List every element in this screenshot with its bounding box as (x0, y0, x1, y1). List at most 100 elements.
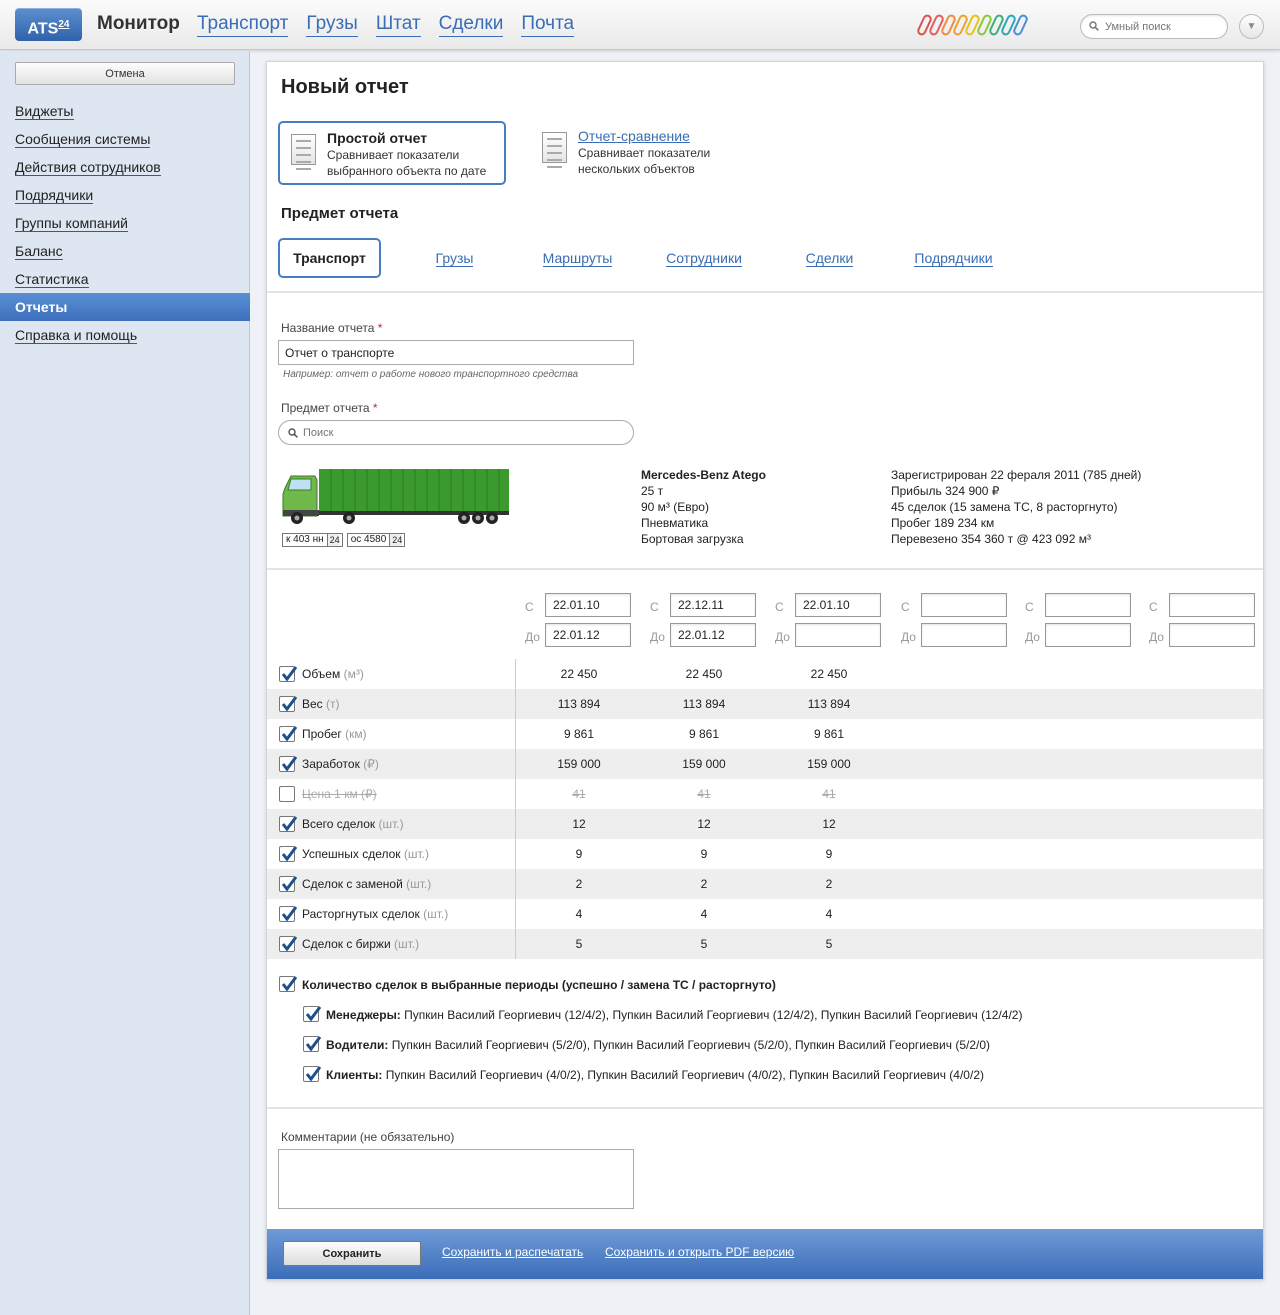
metric-value: 113 894 (682, 697, 726, 711)
report-name-input[interactable] (278, 340, 634, 365)
report-type-title[interactable]: Отчет-сравнение (578, 128, 761, 144)
metric-checkbox[interactable] (279, 696, 298, 712)
date-from-input[interactable] (1169, 593, 1255, 617)
save-button[interactable]: Сохранить (283, 1241, 421, 1266)
subject-search-input[interactable] (303, 424, 623, 442)
metric-value: 113 894 (557, 697, 601, 711)
managers-checkbox[interactable] (303, 1006, 322, 1022)
metric-checkbox[interactable] (279, 936, 298, 952)
save-and-print-link[interactable]: Сохранить и распечатать (442, 1245, 583, 1259)
metric-checkbox[interactable] (279, 876, 298, 892)
save-and-pdf-link[interactable]: Сохранить и открыть PDF версию (605, 1245, 794, 1259)
deals-checkbox[interactable] (279, 976, 298, 992)
metric-value: 2 (700, 877, 708, 891)
metric-checkbox[interactable] (279, 666, 298, 682)
subject-search[interactable] (278, 420, 634, 445)
page-title: Новый отчет (281, 76, 409, 98)
metric-row: Вес (т) 113 894 113 894 113 894 (267, 689, 1263, 719)
smart-search[interactable] (1080, 14, 1228, 39)
metric-label: Заработок (₽) (302, 757, 379, 771)
sidebar-item-label: Баланс (15, 243, 63, 260)
checkmark-icon (281, 846, 298, 862)
sidebar-item[interactable]: Отчеты (0, 293, 250, 321)
period-column: С До (897, 592, 1022, 652)
metric-row: Сделок с заменой (шт.) 2 2 2 (267, 869, 1263, 899)
chevron-down-icon[interactable]: ▼ (1239, 14, 1264, 39)
sidebar-item[interactable]: Виджеты (0, 97, 250, 125)
tab-routes[interactable]: Маршруты (526, 238, 629, 278)
vehicle-stat: Перевезено 354 360 т @ 423 092 м³ (891, 532, 1091, 546)
nav-staff[interactable]: Штат (375, 12, 421, 37)
metric-row: Сделок с биржи (шт.) 5 5 5 (267, 929, 1263, 959)
date-from-input[interactable] (1045, 593, 1131, 617)
date-to-input[interactable] (545, 623, 631, 647)
sidebar-item[interactable]: Группы компаний (0, 209, 250, 237)
metric-checkbox[interactable] (279, 726, 298, 742)
smart-search-input[interactable] (1105, 18, 1223, 36)
metric-label: Цена 1 км (₽) (302, 787, 377, 801)
date-to-input[interactable] (1169, 623, 1255, 647)
sidebar-item-label: Справка и помощь (15, 327, 138, 344)
metric-checkbox[interactable] (279, 786, 295, 802)
to-label: До (1025, 630, 1040, 644)
metric-value: 9 861 (813, 727, 845, 741)
search-icon (288, 428, 298, 438)
metric-value: 41 (822, 787, 836, 801)
metric-value: 5 (700, 937, 708, 951)
report-type-simple[interactable]: Простой отчет Сравнивает показатели выбр… (278, 121, 506, 185)
metric-value: 9 861 (688, 727, 720, 741)
checkmark-icon (281, 696, 298, 712)
sidebar-item[interactable]: Сообщения системы (0, 125, 250, 153)
metric-value: 12 (822, 817, 836, 831)
date-to-input[interactable] (795, 623, 881, 647)
metric-checkbox[interactable] (279, 846, 298, 862)
drivers-row: Водители: Пупкин Василий Георгиевич (5/2… (326, 1038, 990, 1052)
metric-checkbox[interactable] (279, 816, 298, 832)
date-from-input[interactable] (670, 593, 756, 617)
drivers-checkbox[interactable] (303, 1036, 322, 1052)
date-from-input[interactable] (545, 593, 631, 617)
sidebar-item[interactable]: Справка и помощь (0, 321, 250, 349)
nav-deals[interactable]: Сделки (438, 12, 504, 37)
nav-transport[interactable]: Транспорт (197, 12, 289, 37)
deals-title: Количество сделок в выбранные периоды (у… (302, 978, 776, 992)
metric-label: Объем (м³) (302, 667, 364, 681)
tab-contractors[interactable]: Подрядчики (902, 238, 1005, 278)
date-to-input[interactable] (670, 623, 756, 647)
vehicle-info: Mercedes-Benz Atego 25 т 90 м³ (Евро) Пн… (641, 467, 766, 547)
metric-checkbox[interactable] (279, 906, 298, 922)
metric-value: 9 (825, 847, 833, 861)
report-type-description: Сравнивает показатели выбранного объекта… (327, 148, 487, 178)
cancel-button[interactable]: Отмена (15, 62, 235, 85)
metric-checkbox[interactable] (279, 756, 298, 772)
sidebar-item[interactable]: Баланс (0, 237, 250, 265)
app-logo[interactable]: ATS24 (15, 8, 82, 41)
sidebar-item[interactable]: Статистика (0, 265, 250, 293)
date-from-input[interactable] (921, 593, 1007, 617)
sidebar-item[interactable]: Подрядчики (0, 181, 250, 209)
color-tags (915, 13, 1030, 37)
metric-label: Пробег (км) (302, 727, 367, 741)
tab-transport[interactable]: Транспорт (278, 238, 381, 278)
tab-deals[interactable]: Сделки (778, 238, 881, 278)
to-label: До (775, 630, 790, 644)
report-type-comparison[interactable]: Отчет-сравнение Сравнивает показатели не… (531, 121, 761, 185)
period-column: С До (521, 592, 646, 652)
vehicle-spec: Бортовая загрузка (641, 532, 744, 546)
date-to-input[interactable] (921, 623, 1007, 647)
nav-mail[interactable]: Почта (521, 12, 575, 37)
date-from-input[interactable] (795, 593, 881, 617)
tab-employees[interactable]: Сотрудники (654, 238, 754, 278)
from-label: С (525, 600, 534, 614)
nav-cargo[interactable]: Грузы (306, 12, 358, 37)
comment-label: Комментарии (не обязательно) (281, 1130, 455, 1144)
metrics-table: Объем (м³) 22 450 22 450 22 450 Вес (т) 113 8… (267, 659, 1263, 959)
comment-textarea[interactable] (278, 1149, 634, 1209)
license-plates: к 403 нн 24 ос 4580 24 (282, 533, 406, 547)
to-label: До (1149, 630, 1164, 644)
date-to-input[interactable] (1045, 623, 1131, 647)
clients-checkbox[interactable] (303, 1066, 322, 1082)
sidebar-item[interactable]: Действия сотрудников (0, 153, 250, 181)
tab-cargo[interactable]: Грузы (403, 238, 506, 278)
metric-value: 9 861 (563, 727, 595, 741)
